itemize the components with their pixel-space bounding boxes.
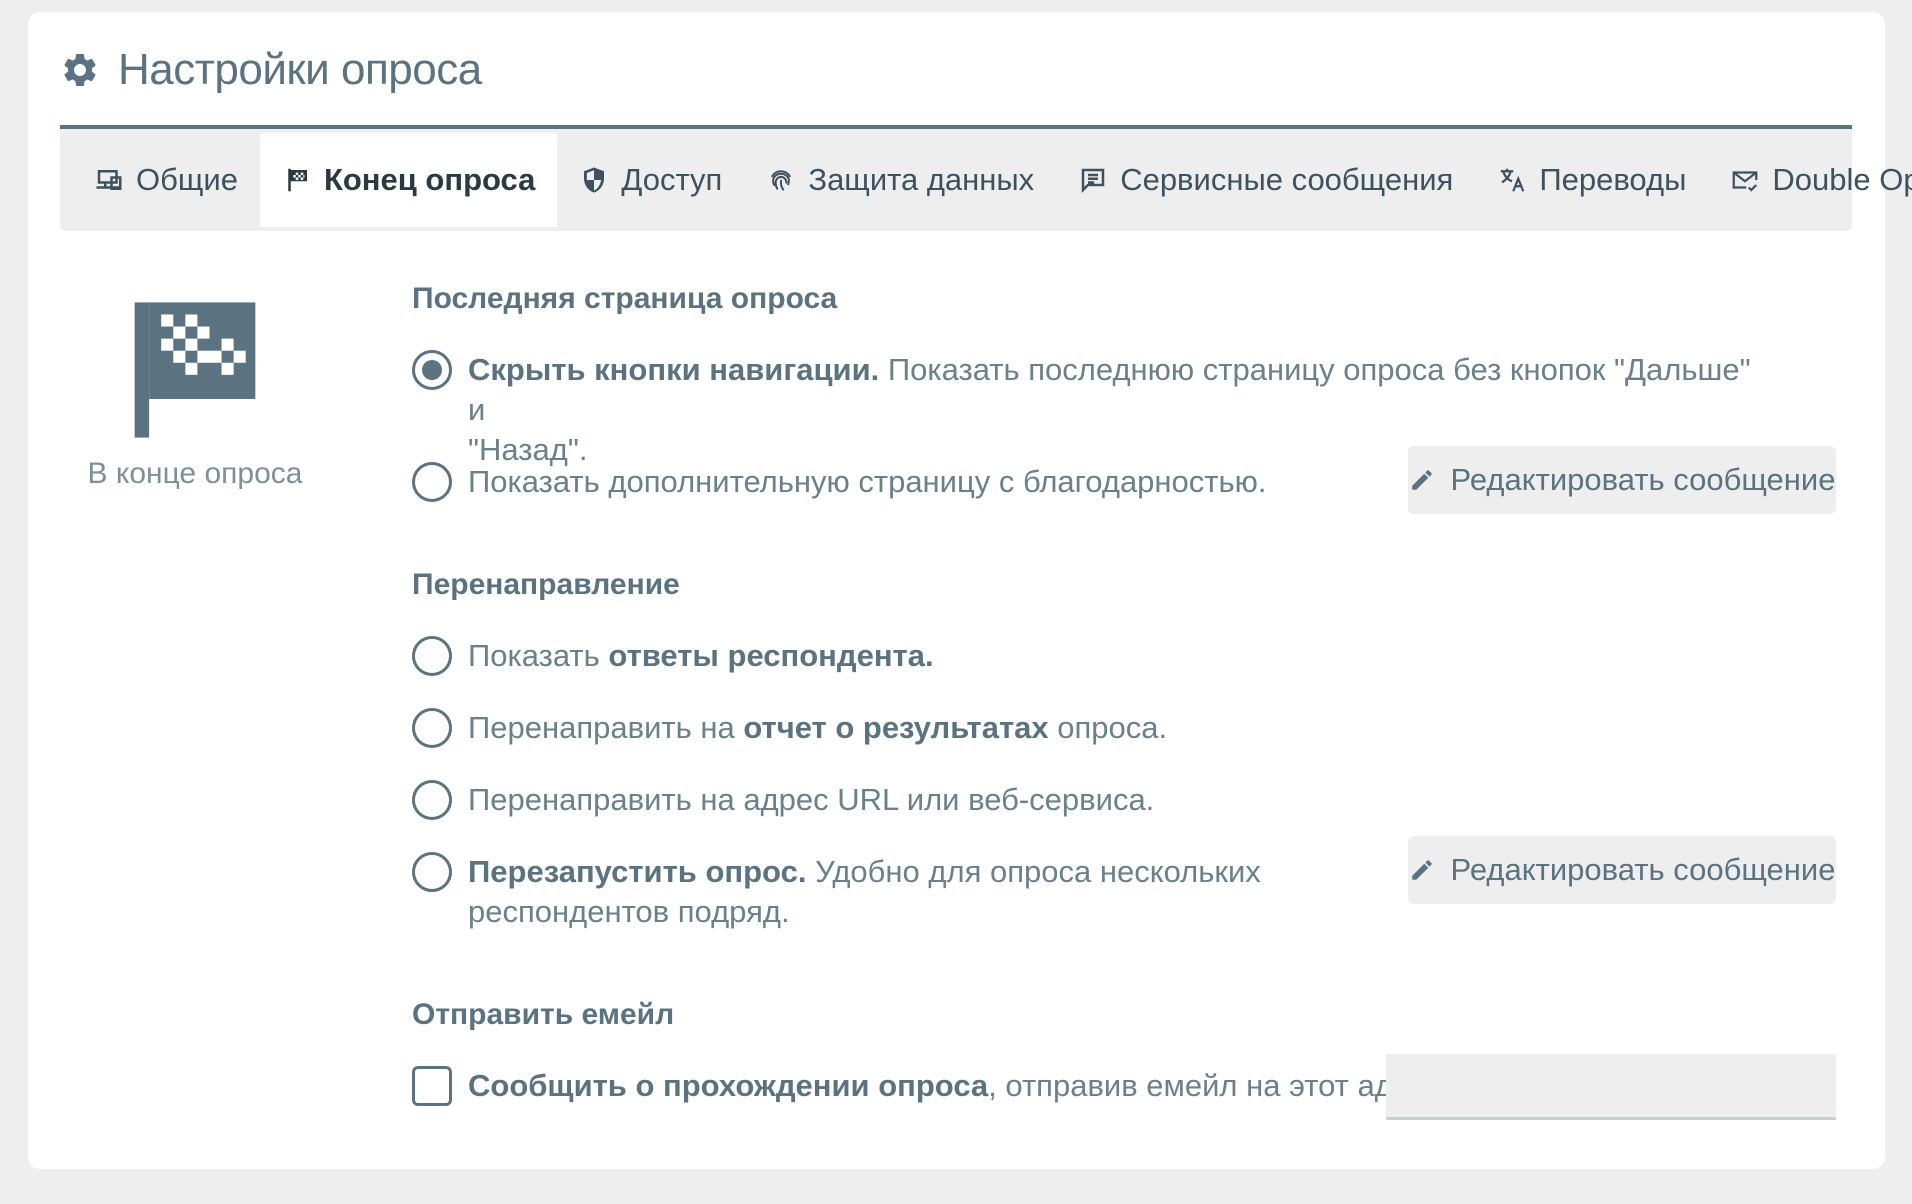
option-notify-email-text: Сообщить о прохождении опроса, отправив … bbox=[468, 1066, 1451, 1106]
option-hide-navigation-bold: Скрыть кнопки навигации. bbox=[468, 352, 880, 387]
radio-redirect-url[interactable] bbox=[412, 780, 452, 820]
pencil-icon bbox=[1411, 470, 1432, 490]
checkbox-notify-email[interactable] bbox=[412, 1066, 452, 1106]
tab-data-protection[interactable]: Защита данных bbox=[744, 129, 1056, 231]
option-redirect-report-text: Перенаправить на отчет о результатах опр… bbox=[468, 708, 1167, 748]
section-title-last-page: Последняя страница опроса bbox=[412, 282, 838, 315]
tab-label: Конец опроса bbox=[323, 162, 536, 197]
option-restart-bold: Перезапустить опрос. bbox=[468, 854, 807, 889]
sidebar: В конце опроса bbox=[60, 300, 330, 491]
tab-label: Доступ bbox=[621, 162, 723, 197]
flag-icon bbox=[288, 168, 307, 192]
option-show-answers-text: Показать ответы респондента. bbox=[468, 636, 934, 676]
edit-message-label: Редактировать сообщение bbox=[1450, 462, 1836, 497]
tab-bar: Общие Конец опроса Доступ Защита данных … bbox=[60, 125, 1912, 231]
tab-service-messages[interactable]: Сервисные сообщения bbox=[1056, 129, 1475, 231]
sidebar-label: В конце опроса bbox=[87, 457, 303, 490]
section-title-send-email: Отправить емейл bbox=[412, 998, 675, 1031]
option-restart-desc2: респондентов подряд. bbox=[468, 894, 790, 929]
radio-restart-survey[interactable] bbox=[412, 852, 452, 892]
gear-icon bbox=[64, 53, 96, 86]
tab-label: Переводы bbox=[1539, 162, 1687, 197]
message-icon bbox=[1081, 168, 1105, 194]
option-restart-text: Перезапустить опрос. Удобно для опроса н… bbox=[468, 852, 1261, 932]
option-show-answers[interactable]: Показать ответы респондента. bbox=[412, 636, 934, 676]
option-notify-email-rest: , отправив емейл на этот адрес: bbox=[988, 1068, 1452, 1103]
page-title: Настройки опроса bbox=[118, 45, 482, 94]
option-redirect-report-pre: Перенаправить на bbox=[468, 710, 744, 745]
section-title-redirect: Перенаправление bbox=[412, 568, 680, 601]
page-header: Настройки опроса bbox=[60, 40, 482, 100]
radio-hide-navigation[interactable] bbox=[412, 350, 452, 390]
monitor-icon bbox=[96, 170, 122, 190]
checkered-flag-icon bbox=[134, 302, 256, 438]
radio-show-answers[interactable] bbox=[412, 636, 452, 676]
translate-icon bbox=[1501, 168, 1525, 192]
edit-message-button[interactable]: Редактировать сообщение bbox=[1408, 446, 1836, 514]
option-redirect-report-post: опроса. bbox=[1048, 710, 1168, 745]
option-show-answers-bold: ответы респондента. bbox=[608, 638, 934, 673]
edit-message-label: Редактировать сообщение bbox=[1450, 852, 1836, 887]
shield-icon bbox=[584, 167, 605, 193]
radio-thank-you-page[interactable] bbox=[412, 462, 452, 502]
option-notify-email[interactable]: Сообщить о прохождении опроса, отправив … bbox=[412, 1066, 1451, 1106]
option-notify-email-bold: Сообщить о прохождении опроса bbox=[468, 1068, 989, 1103]
tab-access[interactable]: Доступ bbox=[557, 129, 744, 231]
option-redirect-url[interactable]: Перенаправить на адрес URL или веб-серви… bbox=[412, 780, 1154, 820]
option-redirect-report-bold: отчет о результатах bbox=[743, 710, 1049, 745]
tab-label: Общие bbox=[136, 162, 238, 197]
tab-double-opt-in[interactable]: Double Opt-In bbox=[1708, 129, 1912, 231]
option-redirect-url-text: Перенаправить на адрес URL или веб-серви… bbox=[468, 782, 1155, 817]
email-address-input[interactable] bbox=[1386, 1054, 1836, 1120]
edit-restart-message-button[interactable]: Редактировать сообщение bbox=[1408, 836, 1836, 904]
radio-redirect-report[interactable] bbox=[412, 708, 452, 748]
option-thank-you-page[interactable]: Показать дополнительную страницу с благо… bbox=[412, 462, 1267, 502]
option-restart-survey[interactable]: Перезапустить опрос. Удобно для опроса н… bbox=[412, 852, 1312, 932]
tab-translations[interactable]: Переводы bbox=[1475, 129, 1708, 231]
option-redirect-report[interactable]: Перенаправить на отчет о результатах опр… bbox=[412, 708, 1167, 748]
mail-check-icon bbox=[1733, 171, 1758, 192]
tab-end-of-survey[interactable]: Конец опроса bbox=[259, 133, 558, 227]
option-thank-you-text: Показать дополнительную страницу с благо… bbox=[468, 464, 1267, 499]
option-restart-desc: Удобно для опроса нескольких bbox=[806, 854, 1261, 889]
pencil-icon bbox=[1411, 860, 1432, 880]
tab-label: Защита данных bbox=[808, 162, 1035, 197]
tab-label: Double Opt-In bbox=[1772, 162, 1912, 197]
tab-general[interactable]: Общие bbox=[72, 129, 260, 231]
option-show-answers-pre: Показать bbox=[468, 638, 609, 673]
tab-label: Сервисные сообщения bbox=[1120, 162, 1454, 197]
fingerprint-icon bbox=[771, 170, 792, 191]
